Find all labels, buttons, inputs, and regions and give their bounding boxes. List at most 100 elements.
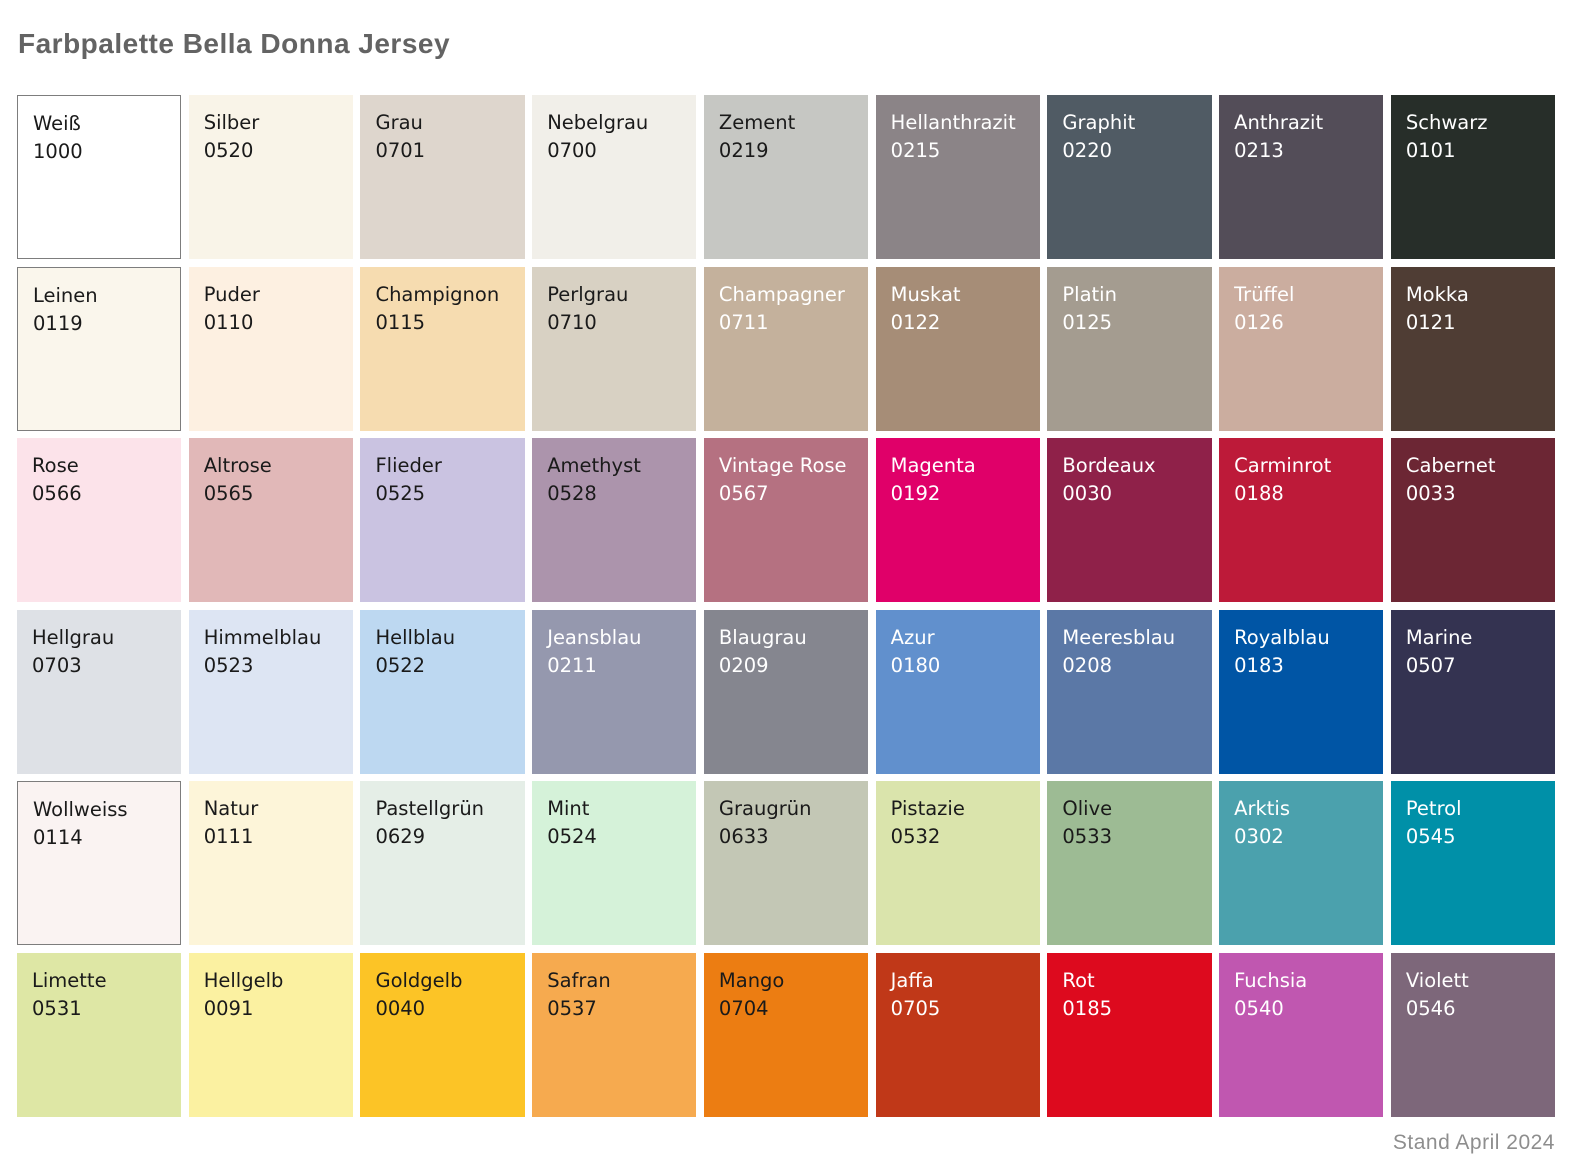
swatch-name: Rot <box>1062 967 1203 995</box>
color-swatch: Schwarz0101 <box>1391 95 1555 259</box>
color-swatch: Meeresblau0208 <box>1047 610 1211 774</box>
color-swatch: Perlgrau0710 <box>532 267 696 431</box>
swatch-code: 0033 <box>1406 480 1547 508</box>
color-swatch: Zement0219 <box>704 95 868 259</box>
swatch-name: Wollweiss <box>33 796 172 824</box>
swatch-code: 0091 <box>204 995 345 1023</box>
swatch-code: 0546 <box>1406 995 1547 1023</box>
color-swatch: Magenta0192 <box>876 438 1040 602</box>
swatch-name: Pistazie <box>891 795 1032 823</box>
color-swatch: Hellgelb0091 <box>189 953 353 1117</box>
swatch-code: 0110 <box>204 309 345 337</box>
swatch-name: Graphit <box>1062 109 1203 137</box>
swatch-code: 0565 <box>204 480 345 508</box>
swatch-code: 0302 <box>1234 823 1375 851</box>
swatch-name: Pastellgrün <box>375 795 516 823</box>
color-swatch: Silber0520 <box>189 95 353 259</box>
color-swatch: Amethyst0528 <box>532 438 696 602</box>
swatch-code: 1000 <box>33 138 172 166</box>
swatch-name: Puder <box>204 281 345 309</box>
swatch-name: Weiß <box>33 110 172 138</box>
swatch-name: Cabernet <box>1406 452 1547 480</box>
swatch-name: Muskat <box>891 281 1032 309</box>
swatch-name: Vintage Rose <box>719 452 860 480</box>
swatch-code: 0700 <box>547 137 688 165</box>
color-swatch: Himmelblau0523 <box>189 610 353 774</box>
color-swatch: Platin0125 <box>1047 267 1211 431</box>
swatch-name: Trüffel <box>1234 281 1375 309</box>
swatch-name: Petrol <box>1406 795 1547 823</box>
swatch-name: Royalblau <box>1234 624 1375 652</box>
swatch-code: 0215 <box>891 137 1032 165</box>
swatch-code: 0525 <box>375 480 516 508</box>
swatch-name: Olive <box>1062 795 1203 823</box>
swatch-name: Hellgelb <box>204 967 345 995</box>
swatch-name: Hellanthrazit <box>891 109 1032 137</box>
swatch-code: 0213 <box>1234 137 1375 165</box>
swatch-code: 0537 <box>547 995 688 1023</box>
color-swatch: Hellgrau0703 <box>17 610 181 774</box>
color-swatch: Rot0185 <box>1047 953 1211 1117</box>
color-swatch: Jeansblau0211 <box>532 610 696 774</box>
swatch-code: 0704 <box>719 995 860 1023</box>
swatch-code: 0522 <box>375 652 516 680</box>
swatch-code: 0567 <box>719 480 860 508</box>
color-swatch: Marine0507 <box>1391 610 1555 774</box>
color-swatch: Rose0566 <box>17 438 181 602</box>
color-swatch: Anthrazit0213 <box>1219 95 1383 259</box>
color-palette-page: Farbpalette Bella Donna Jersey Weiß1000S… <box>0 0 1572 1170</box>
color-swatch: Petrol0545 <box>1391 781 1555 945</box>
color-swatch-grid: Weiß1000Silber0520Grau0701Nebelgrau0700Z… <box>17 95 1555 1117</box>
swatch-name: Flieder <box>375 452 516 480</box>
swatch-name: Mokka <box>1406 281 1547 309</box>
swatch-name: Amethyst <box>547 452 688 480</box>
swatch-code: 0122 <box>891 309 1032 337</box>
swatch-code: 0710 <box>547 309 688 337</box>
color-swatch: Hellblau0522 <box>360 610 524 774</box>
swatch-name: Mango <box>719 967 860 995</box>
color-swatch: Jaffa0705 <box>876 953 1040 1117</box>
color-swatch: Limette0531 <box>17 953 181 1117</box>
swatch-name: Champignon <box>375 281 516 309</box>
swatch-code: 0185 <box>1062 995 1203 1023</box>
color-swatch: Violett0546 <box>1391 953 1555 1117</box>
swatch-code: 0531 <box>32 995 173 1023</box>
swatch-code: 0633 <box>719 823 860 851</box>
color-swatch: Grau0701 <box>360 95 524 259</box>
swatch-name: Himmelblau <box>204 624 345 652</box>
swatch-name: Fuchsia <box>1234 967 1375 995</box>
swatch-name: Violett <box>1406 967 1547 995</box>
swatch-code: 0111 <box>204 823 345 851</box>
color-swatch: Safran0537 <box>532 953 696 1117</box>
swatch-code: 0523 <box>204 652 345 680</box>
swatch-code: 0528 <box>547 480 688 508</box>
color-swatch: Cabernet0033 <box>1391 438 1555 602</box>
color-swatch: Pastellgrün0629 <box>360 781 524 945</box>
revision-date-label: Stand April 2024 <box>1393 1131 1555 1155</box>
swatch-name: Limette <box>32 967 173 995</box>
swatch-name: Arktis <box>1234 795 1375 823</box>
swatch-name: Rose <box>32 452 173 480</box>
swatch-name: Blaugrau <box>719 624 860 652</box>
swatch-code: 0524 <box>547 823 688 851</box>
swatch-code: 0705 <box>891 995 1032 1023</box>
swatch-code: 0219 <box>719 137 860 165</box>
swatch-name: Jeansblau <box>547 624 688 652</box>
color-swatch: Olive0533 <box>1047 781 1211 945</box>
swatch-code: 0119 <box>33 310 172 338</box>
swatch-name: Mint <box>547 795 688 823</box>
swatch-code: 0532 <box>891 823 1032 851</box>
swatch-name: Marine <box>1406 624 1547 652</box>
color-swatch: Altrose0565 <box>189 438 353 602</box>
color-swatch: Natur0111 <box>189 781 353 945</box>
color-swatch: Puder0110 <box>189 267 353 431</box>
color-swatch: Mokka0121 <box>1391 267 1555 431</box>
color-swatch: Muskat0122 <box>876 267 1040 431</box>
color-swatch: Wollweiss0114 <box>17 781 181 945</box>
swatch-code: 0211 <box>547 652 688 680</box>
swatch-name: Azur <box>891 624 1032 652</box>
color-swatch: Flieder0525 <box>360 438 524 602</box>
swatch-code: 0188 <box>1234 480 1375 508</box>
swatch-code: 0101 <box>1406 137 1547 165</box>
swatch-name: Leinen <box>33 282 172 310</box>
